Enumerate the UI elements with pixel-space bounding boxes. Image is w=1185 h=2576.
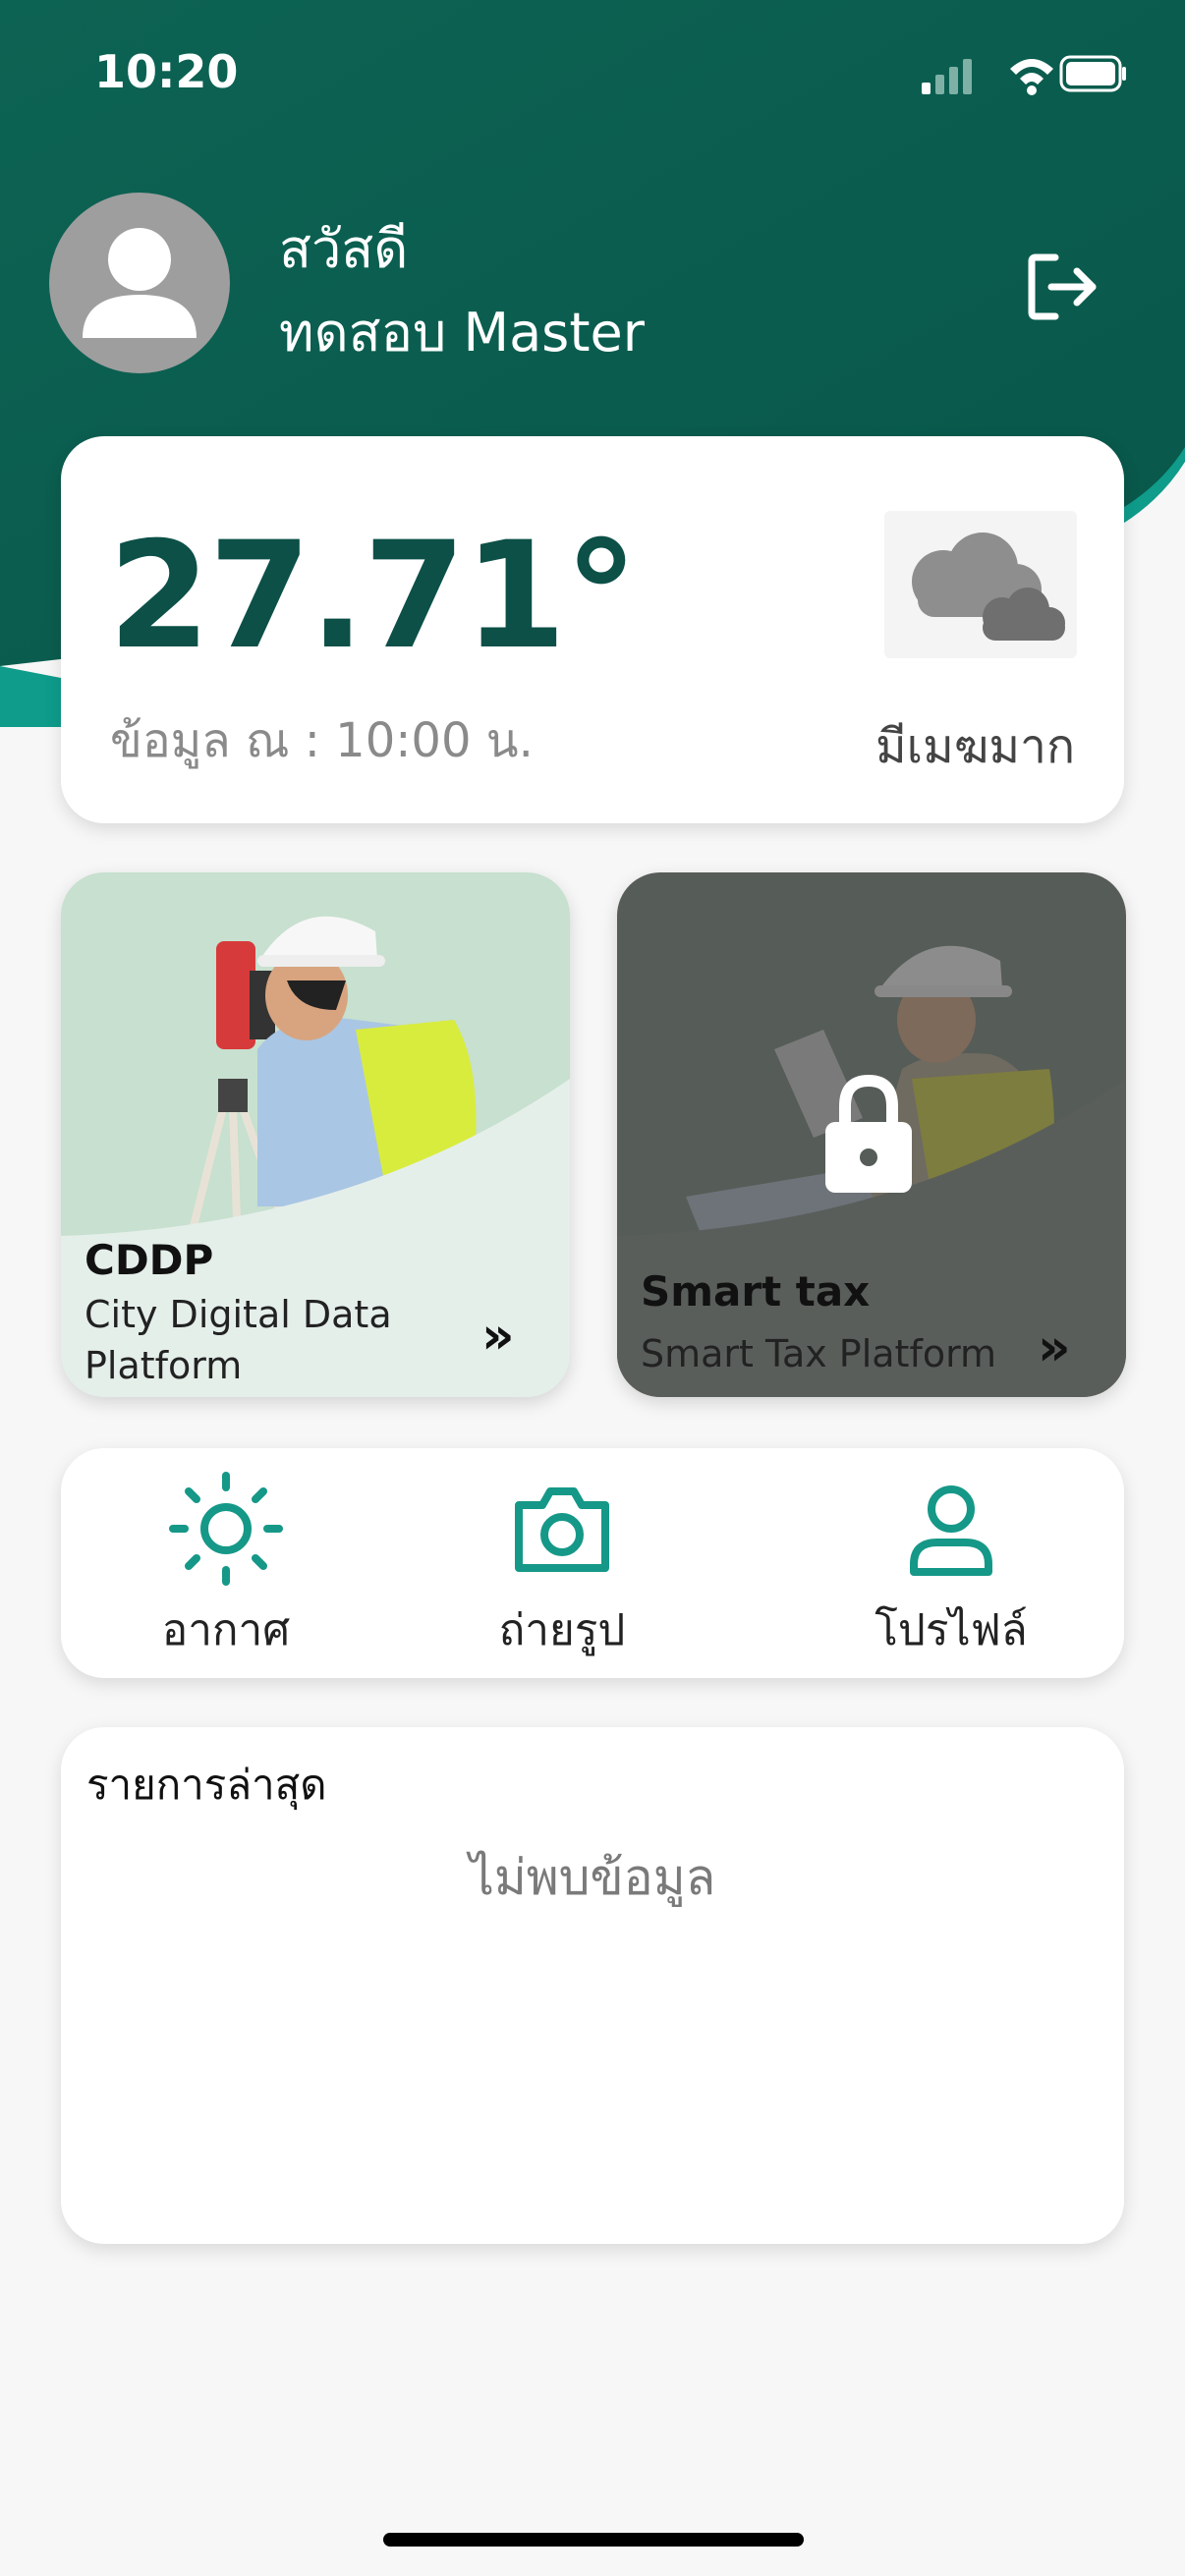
quick-action-label: โปรไฟล์ — [875, 1605, 1028, 1655]
lock-icon — [825, 1074, 912, 1193]
cddp-title: CDDP — [85, 1236, 214, 1284]
weather-data-time: ข้อมูล ณ : 10:00 น. — [110, 713, 534, 768]
sun-icon — [169, 1472, 283, 1586]
cddp-subtitle-line2: Platform — [85, 1344, 243, 1387]
user-name: ทดสอบ Master — [279, 302, 645, 364]
cddp-service-card[interactable]: CDDP City Digital Data Platform » — [61, 872, 570, 1397]
smart-tax-subtitle: Smart Tax Platform — [641, 1332, 997, 1375]
cloud-icon — [884, 511, 1077, 658]
logout-icon — [1028, 253, 1097, 320]
greeting-text: สวัสดี — [279, 218, 409, 280]
quick-action-profile[interactable]: โปรไฟล์ — [823, 1448, 1079, 1678]
status-icons — [922, 55, 1126, 95]
user-icon — [910, 1485, 992, 1576]
home-indicator[interactable] — [383, 2533, 804, 2547]
weather-description: มีเมฆมาก — [875, 719, 1075, 774]
quick-action-camera[interactable]: ถ่ายรูป — [434, 1448, 690, 1678]
chevron-double-right-icon: » — [1038, 1318, 1071, 1377]
logout-button[interactable] — [1022, 246, 1104, 328]
cddp-subtitle-line1: City Digital Data — [85, 1293, 392, 1336]
wifi-icon — [1010, 59, 1053, 95]
status-bar: 10:20 — [0, 0, 1185, 147]
quick-action-label: ถ่ายรูป — [498, 1605, 626, 1655]
quick-action-label: อากาศ — [161, 1605, 291, 1655]
status-time: 10:20 — [94, 45, 239, 98]
quick-action-weather[interactable]: อากาศ — [98, 1448, 354, 1678]
temperature-value: 27.71° — [108, 511, 638, 682]
camera-icon — [515, 1487, 609, 1572]
smart-tax-title: Smart tax — [641, 1267, 871, 1316]
smart-tax-service-card[interactable]: Smart tax Smart Tax Platform » — [617, 872, 1126, 1397]
battery-icon — [1059, 55, 1126, 92]
chevron-double-right-icon: » — [481, 1307, 515, 1366]
recent-items-title: รายการล่าสุด — [86, 1761, 327, 1809]
empty-state-text: ไม่พบข้อมูล — [469, 1849, 716, 1906]
person-icon — [83, 228, 197, 338]
avatar[interactable] — [49, 193, 230, 373]
signal-icon — [922, 59, 972, 94]
